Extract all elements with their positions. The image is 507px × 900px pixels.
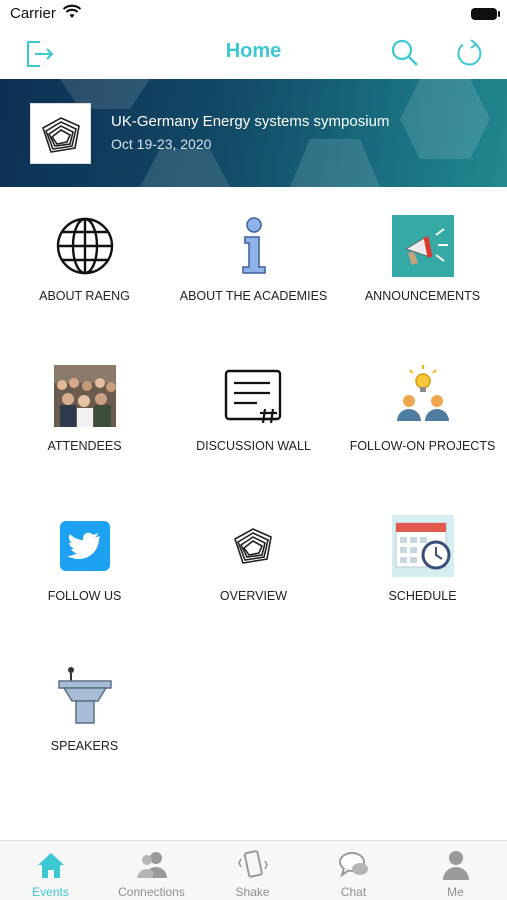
refresh-icon[interactable] [452,36,486,70]
tile-label: SPEAKERS [50,739,119,753]
tile-about-the-academies[interactable]: ABOUT THE ACADEMIES [169,187,338,337]
podium-icon [57,667,112,724]
tile-speakers[interactable]: SPEAKERS [0,637,169,787]
nav-bar: Home [0,28,507,78]
home-icon [37,853,64,878]
tile-overview[interactable]: OVERVIEW [169,487,338,637]
shake-phone-icon [237,850,268,878]
tab-label: Connections [118,885,185,899]
tile-attendees[interactable]: ATTENDEES [0,337,169,487]
tile-discussion-wall[interactable]: DISCUSSION WALL [169,337,338,487]
tab-label: Shake [235,885,270,899]
tile-label: ATTENDEES [47,439,122,453]
tab-connections[interactable]: Connections [101,841,202,900]
tile-announcements[interactable]: ANNOUNCEMENTS [338,187,507,337]
megaphone-icon [391,215,454,277]
tile-about-raeng[interactable]: ABOUT RAENG [0,187,169,337]
battery-icon [471,8,500,20]
calendar-clock-icon [391,515,454,577]
tile-follow-on-projects[interactable]: FOLLOW-ON PROJECTS [338,337,507,487]
tab-label: Chat [340,885,367,899]
tile-label: ABOUT RAENG [39,289,130,303]
event-banner[interactable]: UK-Germany Energy systems symposium Oct … [0,79,507,187]
crowd-photo-icon [53,365,116,427]
info-icon [241,217,266,274]
twitter-icon [59,521,110,571]
tile-label: SCHEDULE [388,589,457,603]
symposium-logo-icon [42,117,80,153]
tab-events[interactable]: Events [0,841,101,900]
event-date: Oct 19-23, 2020 [111,136,212,152]
tab-bar: Events Connections Shake Chat Me [0,840,507,900]
tab-shake[interactable]: Shake [202,841,303,900]
status-bar: Carrier [0,0,507,28]
tile-label: FOLLOW US [47,589,122,603]
event-title: UK-Germany Energy systems symposium [111,113,390,130]
idea-people-icon [396,365,449,421]
tile-label: FOLLOW-ON PROJECTS [349,439,496,453]
carrier-label: Carrier [10,5,56,22]
tile-follow-us[interactable]: FOLLOW US [0,487,169,637]
tab-label: Events [32,885,69,899]
person-icon [442,851,469,880]
tab-label: Me [447,885,464,899]
wifi-icon [62,4,82,18]
globe-icon [56,217,113,275]
page-title: Home [225,40,282,62]
event-logo [30,103,91,164]
tile-schedule[interactable]: SCHEDULE [338,487,507,637]
chat-icon [338,852,368,878]
tab-me[interactable]: Me [404,841,507,900]
symposium-logo-icon [233,528,272,564]
search-icon[interactable] [388,36,422,70]
tile-label: ABOUT THE ACADEMIES [179,289,328,303]
people-icon [136,852,167,878]
discussion-icon [224,369,281,424]
tile-label: OVERVIEW [219,589,288,603]
tile-label: ANNOUNCEMENTS [364,289,481,303]
tile-label: DISCUSSION WALL [196,439,311,453]
tab-chat[interactable]: Chat [303,841,404,900]
